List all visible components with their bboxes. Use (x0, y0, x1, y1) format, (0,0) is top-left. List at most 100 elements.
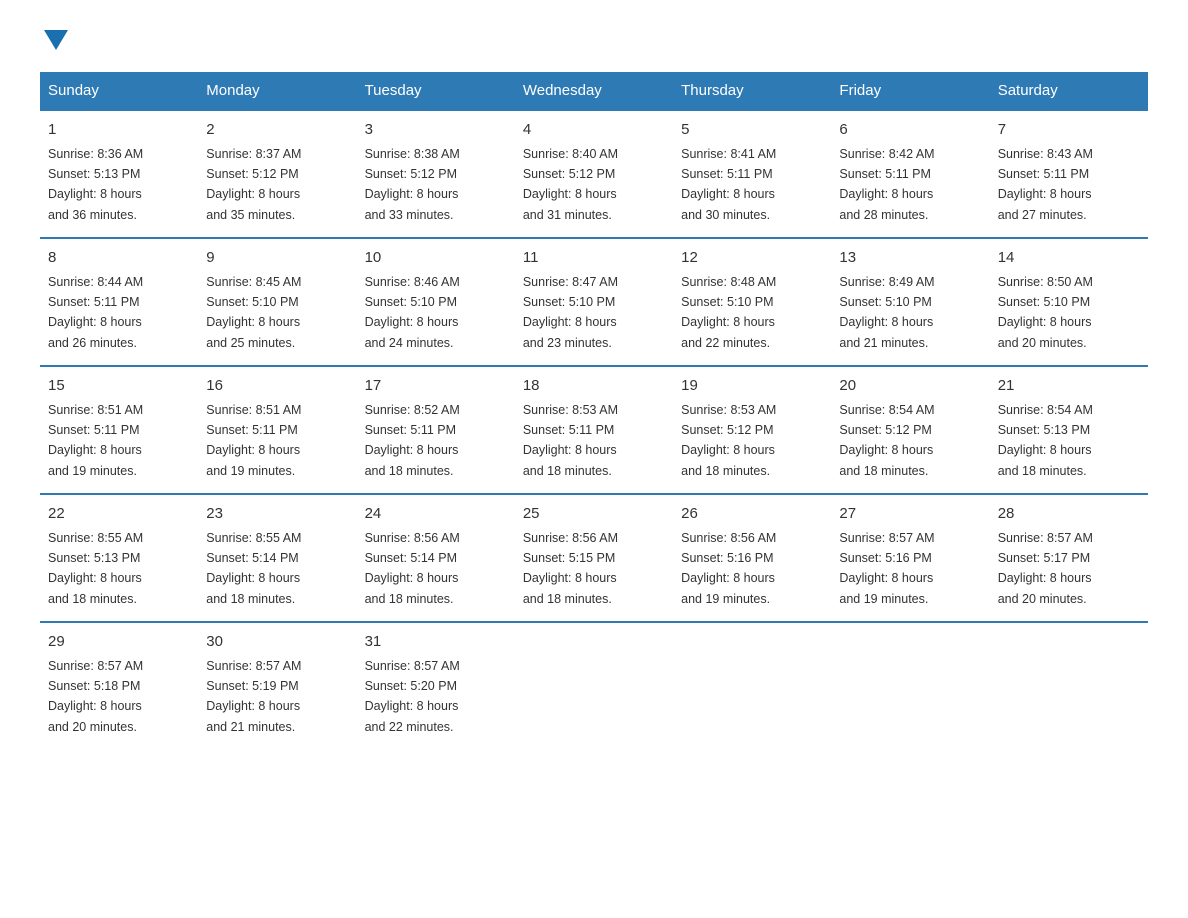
day-info: Sunrise: 8:57 AMSunset: 5:18 PMDaylight:… (48, 659, 143, 734)
day-number: 10 (365, 247, 507, 270)
day-number: 27 (839, 503, 981, 526)
calendar-day-cell: 10 Sunrise: 8:46 AMSunset: 5:10 PMDayligh… (357, 238, 515, 366)
day-info: Sunrise: 8:52 AMSunset: 5:11 PMDaylight:… (365, 403, 460, 478)
day-number: 13 (839, 247, 981, 270)
day-info: Sunrise: 8:57 AMSunset: 5:19 PMDaylight:… (206, 659, 301, 734)
logo (40, 30, 68, 52)
calendar-week-row: 29 Sunrise: 8:57 AMSunset: 5:18 PMDayligh… (40, 622, 1148, 749)
day-info: Sunrise: 8:56 AMSunset: 5:16 PMDaylight:… (681, 531, 776, 606)
day-info: Sunrise: 8:45 AMSunset: 5:10 PMDaylight:… (206, 275, 301, 350)
calendar-day-cell (515, 622, 673, 749)
day-number: 12 (681, 247, 823, 270)
logo-triangle-icon (44, 30, 68, 50)
weekday-header-sunday: Sunday (40, 72, 198, 110)
day-number: 14 (998, 247, 1140, 270)
day-info: Sunrise: 8:57 AMSunset: 5:17 PMDaylight:… (998, 531, 1093, 606)
calendar-day-cell: 29 Sunrise: 8:57 AMSunset: 5:18 PMDayligh… (40, 622, 198, 749)
calendar-day-cell: 23 Sunrise: 8:55 AMSunset: 5:14 PMDayligh… (198, 494, 356, 622)
calendar-day-cell: 12 Sunrise: 8:48 AMSunset: 5:10 PMDayligh… (673, 238, 831, 366)
day-number: 30 (206, 631, 348, 654)
day-info: Sunrise: 8:53 AMSunset: 5:12 PMDaylight:… (681, 403, 776, 478)
day-number: 21 (998, 375, 1140, 398)
calendar-day-cell: 11Sunrise: 8:47 AMSunset: 5:10 PMDayligh… (515, 238, 673, 366)
weekday-header-friday: Friday (831, 72, 989, 110)
page-header (40, 30, 1148, 52)
day-number: 19 (681, 375, 823, 398)
day-info: Sunrise: 8:55 AMSunset: 5:14 PMDaylight:… (206, 531, 301, 606)
calendar-day-cell: 19 Sunrise: 8:53 AMSunset: 5:12 PMDayligh… (673, 366, 831, 494)
day-number: 15 (48, 375, 190, 398)
day-info: Sunrise: 8:55 AMSunset: 5:13 PMDaylight:… (48, 531, 143, 606)
weekday-header-wednesday: Wednesday (515, 72, 673, 110)
day-info: Sunrise: 8:54 AMSunset: 5:12 PMDaylight:… (839, 403, 934, 478)
day-info: Sunrise: 8:36 AMSunset: 5:13 PMDaylight:… (48, 147, 143, 222)
calendar-day-cell: 15 Sunrise: 8:51 AMSunset: 5:11 PMDayligh… (40, 366, 198, 494)
calendar-day-cell: 4 Sunrise: 8:40 AMSunset: 5:12 PMDaylight… (515, 110, 673, 238)
calendar-day-cell: 24Sunrise: 8:56 AMSunset: 5:14 PMDayligh… (357, 494, 515, 622)
day-info: Sunrise: 8:46 AMSunset: 5:10 PMDaylight:… (365, 275, 460, 350)
day-info: Sunrise: 8:38 AMSunset: 5:12 PMDaylight:… (365, 147, 460, 222)
calendar-table: SundayMondayTuesdayWednesdayThursdayFrid… (40, 72, 1148, 749)
day-info: Sunrise: 8:43 AMSunset: 5:11 PMDaylight:… (998, 147, 1093, 222)
day-number: 16 (206, 375, 348, 398)
day-info: Sunrise: 8:57 AMSunset: 5:20 PMDaylight:… (365, 659, 460, 734)
day-info: Sunrise: 8:51 AMSunset: 5:11 PMDaylight:… (206, 403, 301, 478)
calendar-day-cell: 28 Sunrise: 8:57 AMSunset: 5:17 PMDayligh… (990, 494, 1148, 622)
weekday-header-tuesday: Tuesday (357, 72, 515, 110)
day-number: 25 (523, 503, 665, 526)
day-info: Sunrise: 8:44 AMSunset: 5:11 PMDaylight:… (48, 275, 143, 350)
calendar-day-cell: 25 Sunrise: 8:56 AMSunset: 5:15 PMDayligh… (515, 494, 673, 622)
weekday-header-monday: Monday (198, 72, 356, 110)
day-number: 2 (206, 119, 348, 142)
calendar-day-cell: 20 Sunrise: 8:54 AMSunset: 5:12 PMDayligh… (831, 366, 989, 494)
day-number: 9 (206, 247, 348, 270)
day-info: Sunrise: 8:56 AMSunset: 5:15 PMDaylight:… (523, 531, 618, 606)
calendar-day-cell: 14 Sunrise: 8:50 AMSunset: 5:10 PMDayligh… (990, 238, 1148, 366)
day-info: Sunrise: 8:42 AMSunset: 5:11 PMDaylight:… (839, 147, 934, 222)
calendar-day-cell: 7 Sunrise: 8:43 AMSunset: 5:11 PMDaylight… (990, 110, 1148, 238)
calendar-day-cell: 3 Sunrise: 8:38 AMSunset: 5:12 PMDaylight… (357, 110, 515, 238)
calendar-day-cell (990, 622, 1148, 749)
calendar-day-cell: 17 Sunrise: 8:52 AMSunset: 5:11 PMDayligh… (357, 366, 515, 494)
day-number: 8 (48, 247, 190, 270)
day-number: 26 (681, 503, 823, 526)
day-number: 22 (48, 503, 190, 526)
day-number: 31 (365, 631, 507, 654)
day-number: 5 (681, 119, 823, 142)
day-number: 29 (48, 631, 190, 654)
calendar-day-cell: 6Sunrise: 8:42 AMSunset: 5:11 PMDaylight… (831, 110, 989, 238)
calendar-day-cell: 18 Sunrise: 8:53 AMSunset: 5:11 PMDayligh… (515, 366, 673, 494)
calendar-day-cell: 5 Sunrise: 8:41 AMSunset: 5:11 PMDaylight… (673, 110, 831, 238)
calendar-header-row: SundayMondayTuesdayWednesdayThursdayFrid… (40, 72, 1148, 110)
day-number: 7 (998, 119, 1140, 142)
day-number: 18 (523, 375, 665, 398)
weekday-header-thursday: Thursday (673, 72, 831, 110)
calendar-day-cell (831, 622, 989, 749)
day-number: 23 (206, 503, 348, 526)
day-info: Sunrise: 8:50 AMSunset: 5:10 PMDaylight:… (998, 275, 1093, 350)
day-info: Sunrise: 8:57 AMSunset: 5:16 PMDaylight:… (839, 531, 934, 606)
calendar-week-row: 22 Sunrise: 8:55 AMSunset: 5:13 PMDayligh… (40, 494, 1148, 622)
calendar-week-row: 15 Sunrise: 8:51 AMSunset: 5:11 PMDayligh… (40, 366, 1148, 494)
day-info: Sunrise: 8:47 AMSunset: 5:10 PMDaylight:… (523, 275, 618, 350)
calendar-week-row: 1 Sunrise: 8:36 AMSunset: 5:13 PMDaylight… (40, 110, 1148, 238)
calendar-day-cell: 30 Sunrise: 8:57 AMSunset: 5:19 PMDayligh… (198, 622, 356, 749)
calendar-day-cell: 8 Sunrise: 8:44 AMSunset: 5:11 PMDaylight… (40, 238, 198, 366)
day-info: Sunrise: 8:51 AMSunset: 5:11 PMDaylight:… (48, 403, 143, 478)
day-number: 17 (365, 375, 507, 398)
calendar-day-cell: 21Sunrise: 8:54 AMSunset: 5:13 PMDayligh… (990, 366, 1148, 494)
day-number: 1 (48, 119, 190, 142)
day-number: 28 (998, 503, 1140, 526)
day-info: Sunrise: 8:48 AMSunset: 5:10 PMDaylight:… (681, 275, 776, 350)
day-number: 4 (523, 119, 665, 142)
calendar-day-cell (673, 622, 831, 749)
calendar-day-cell: 22 Sunrise: 8:55 AMSunset: 5:13 PMDayligh… (40, 494, 198, 622)
calendar-day-cell: 31 Sunrise: 8:57 AMSunset: 5:20 PMDayligh… (357, 622, 515, 749)
day-number: 3 (365, 119, 507, 142)
calendar-day-cell: 26 Sunrise: 8:56 AMSunset: 5:16 PMDayligh… (673, 494, 831, 622)
day-info: Sunrise: 8:49 AMSunset: 5:10 PMDaylight:… (839, 275, 934, 350)
day-info: Sunrise: 8:41 AMSunset: 5:11 PMDaylight:… (681, 147, 776, 222)
day-number: 20 (839, 375, 981, 398)
day-info: Sunrise: 8:40 AMSunset: 5:12 PMDaylight:… (523, 147, 618, 222)
day-info: Sunrise: 8:53 AMSunset: 5:11 PMDaylight:… (523, 403, 618, 478)
